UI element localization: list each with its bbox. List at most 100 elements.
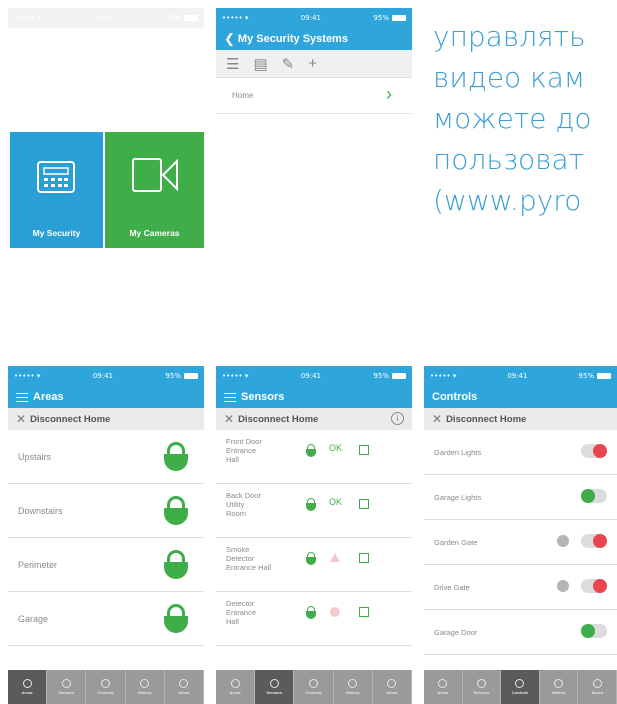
- control-label: Garden Lights: [434, 447, 482, 457]
- tab-history[interactable]: History: [540, 670, 579, 704]
- tab-about[interactable]: About: [578, 670, 617, 704]
- list-item[interactable]: Downstairs: [8, 484, 204, 538]
- controls-icon: [515, 679, 525, 688]
- info-icon: [592, 679, 602, 688]
- disconnect-bar[interactable]: ✕ Disconnect Home: [8, 408, 204, 430]
- bypass-checkbox[interactable]: [359, 445, 369, 455]
- list-item-label: Home: [232, 91, 254, 100]
- description-text: управлять видео кам можете до пользоват …: [433, 16, 592, 221]
- list-item[interactable]: Detector Entrance Hall: [216, 592, 412, 646]
- menu-icon[interactable]: ☰: [226, 55, 239, 73]
- tab-areas[interactable]: Areas: [8, 670, 48, 704]
- home-icon: [22, 679, 32, 688]
- text-line: управлять: [433, 20, 586, 53]
- lock-icon[interactable]: [164, 442, 188, 472]
- battery-icon: [183, 373, 198, 379]
- tab-areas[interactable]: Areas: [216, 670, 256, 704]
- tab-sensors[interactable]: Sensors: [47, 670, 87, 704]
- list-item[interactable]: Front Door Entrance Hall OK: [216, 430, 412, 484]
- lock-icon: [306, 552, 316, 565]
- area-label: Garage: [18, 613, 49, 624]
- pulse-button[interactable]: [557, 580, 569, 592]
- tab-bar: Areas Sensors Controls History About: [8, 670, 204, 704]
- toggle-switch[interactable]: [581, 444, 607, 458]
- add-icon[interactable]: +: [308, 55, 317, 72]
- text-line: видео кам: [433, 61, 585, 94]
- tab-controls[interactable]: Controls: [86, 670, 126, 704]
- disconnect-bar[interactable]: ✕ Disconnect Home i: [216, 408, 412, 430]
- sensors-list: Front Door Entrance Hall OK Back Door Utili…: [216, 430, 412, 646]
- close-icon[interactable]: ✕: [224, 412, 234, 426]
- list-item[interactable]: Garden Lights: [424, 430, 617, 475]
- tab-label: History: [345, 690, 360, 695]
- tab-controls[interactable]: Controls: [294, 670, 334, 704]
- back-chevron-icon[interactable]: ❮: [224, 31, 235, 47]
- close-icon[interactable]: ✕: [16, 412, 26, 426]
- list-item[interactable]: Drive Gate: [424, 565, 617, 610]
- bypass-checkbox[interactable]: [359, 553, 369, 563]
- tab-about[interactable]: About: [373, 670, 412, 704]
- history-icon: [554, 679, 564, 688]
- toggle-switch[interactable]: [581, 489, 607, 503]
- status-battery: 95%: [373, 14, 389, 22]
- warning-icon: [330, 553, 340, 562]
- sensor-icon: [476, 679, 486, 688]
- lock-icon[interactable]: [164, 496, 188, 526]
- tab-label: History: [551, 690, 566, 695]
- nav-bar: Sensors: [216, 386, 412, 408]
- text-line: можете до: [433, 102, 592, 135]
- status-time: 09:41: [507, 372, 528, 380]
- sensor-label: Back Door Utility Room: [226, 491, 262, 518]
- list-item[interactable]: Garage Lights: [424, 475, 617, 520]
- disconnect-label: Disconnect Home: [238, 413, 319, 425]
- tab-label: About: [386, 690, 398, 695]
- camera-icon: [132, 158, 178, 192]
- status-battery: 95%: [165, 14, 181, 22]
- chevron-right-icon: ›: [386, 84, 392, 104]
- list-item[interactable]: Garage: [8, 592, 204, 646]
- alert-dot-icon: [330, 607, 340, 617]
- toggle-switch[interactable]: [581, 579, 607, 593]
- toggle-switch[interactable]: [581, 624, 607, 638]
- disconnect-bar[interactable]: ✕ Disconnect Home: [424, 408, 617, 430]
- tab-controls[interactable]: Controls: [501, 670, 540, 704]
- status-time: 09:41: [92, 14, 113, 22]
- list-item[interactable]: Home ›: [216, 78, 412, 114]
- sensor-icon: [269, 679, 279, 688]
- toggle-switch[interactable]: [581, 534, 607, 548]
- tab-label: About: [178, 690, 190, 695]
- list-item[interactable]: Perimeter: [8, 538, 204, 592]
- pulse-button[interactable]: [557, 535, 569, 547]
- lock-icon[interactable]: [164, 550, 188, 580]
- hamburger-icon[interactable]: [16, 392, 28, 402]
- tab-sensors[interactable]: Sensors: [255, 670, 295, 704]
- tab-areas[interactable]: Areas: [424, 670, 463, 704]
- status-time: 09:41: [300, 372, 321, 380]
- bypass-checkbox[interactable]: [359, 607, 369, 617]
- list-item[interactable]: Garage Door: [424, 610, 617, 655]
- status-badge: OK: [329, 497, 343, 507]
- list-item[interactable]: Smoke Detector Entrance Hall: [216, 538, 412, 592]
- tab-about[interactable]: About: [165, 670, 204, 704]
- hamburger-icon[interactable]: [224, 392, 236, 402]
- my-security-tile[interactable]: My Security: [10, 132, 103, 248]
- lock-icon[interactable]: [164, 604, 188, 634]
- control-label: Drive Gate: [434, 582, 470, 592]
- info-icon: [179, 679, 189, 688]
- document-icon[interactable]: ▤: [253, 55, 267, 73]
- list-item[interactable]: Back Door Utility Room OK: [216, 484, 412, 538]
- bypass-checkbox[interactable]: [359, 499, 369, 509]
- tab-history[interactable]: History: [126, 670, 165, 704]
- my-cameras-tile[interactable]: My Cameras: [105, 132, 204, 248]
- website-link[interactable]: (www.pyro: [433, 180, 592, 221]
- edit-icon[interactable]: ✎: [282, 55, 295, 73]
- controls-screen: ••••• ▾ 09:41 95% Controls ✕ Disconnect Ho…: [424, 366, 617, 704]
- tab-label: History: [137, 690, 152, 695]
- list-item[interactable]: Garden Gate: [424, 520, 617, 565]
- info-icon[interactable]: i: [391, 412, 404, 425]
- close-icon[interactable]: ✕: [432, 412, 442, 426]
- my-cameras-label: My Cameras: [129, 228, 180, 238]
- tab-sensors[interactable]: Sensors: [463, 670, 502, 704]
- list-item[interactable]: Upstairs: [8, 430, 204, 484]
- tab-history[interactable]: History: [334, 670, 373, 704]
